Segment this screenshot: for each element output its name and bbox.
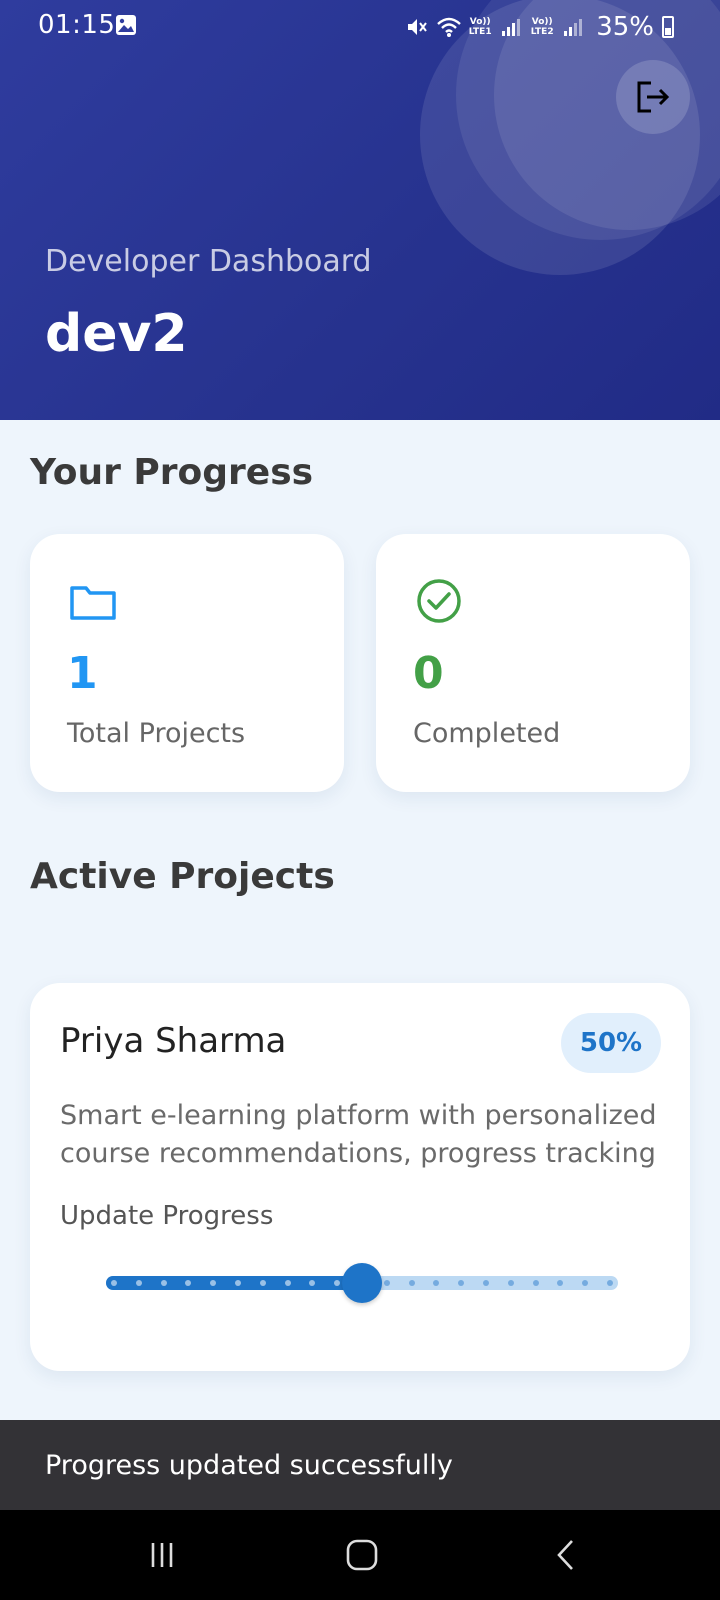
home-button[interactable] <box>342 1535 382 1575</box>
mute-icon <box>408 19 428 35</box>
slider-thumb[interactable] <box>342 1263 382 1303</box>
signal-icon <box>502 19 521 36</box>
completed-label: Completed <box>413 718 561 749</box>
slider-tick <box>607 1280 613 1286</box>
signal-icon <box>564 19 583 36</box>
progress-percent-badge: 50% <box>561 1013 661 1073</box>
dashboard-subtitle: Developer Dashboard <box>45 244 372 279</box>
logout-icon <box>637 81 670 113</box>
slider-tick <box>507 1280 514 1286</box>
slider-tick <box>483 1280 489 1286</box>
slider-tick <box>111 1280 117 1286</box>
project-owner-name: Priya Sharma <box>60 1021 287 1061</box>
username-title: dev2 <box>45 304 188 364</box>
recent-apps-button[interactable] <box>142 1535 182 1575</box>
lte2-indicator: Vo)) LTE2 <box>530 17 554 37</box>
progress-section-title: Your Progress <box>30 452 314 493</box>
snackbar: Progress updated successfully <box>0 1420 720 1510</box>
progress-slider[interactable] <box>106 1263 618 1303</box>
total-projects-value: 1 <box>67 648 98 699</box>
status-bar: 01:15 Vo)) LTE1 Vo)) LTE2 35% <box>0 0 720 52</box>
slider-tick <box>235 1280 241 1286</box>
folder-icon <box>70 586 116 620</box>
system-nav-bar <box>0 1510 720 1600</box>
wifi-icon <box>437 17 462 37</box>
battery-percent: 35% <box>596 12 654 42</box>
status-time: 01:15 <box>38 10 116 40</box>
dashboard-header: 01:15 Vo)) LTE1 Vo)) LTE2 35% Developer … <box>0 0 720 420</box>
slider-tick <box>135 1280 142 1286</box>
slider-tick <box>532 1280 539 1286</box>
back-icon <box>557 1540 573 1570</box>
slider-tick <box>408 1280 415 1286</box>
logout-button[interactable] <box>616 60 690 134</box>
back-button[interactable] <box>546 1535 586 1575</box>
check-circle-icon <box>417 579 461 623</box>
recent-apps-icon <box>151 1543 173 1567</box>
slider-tick <box>383 1280 390 1286</box>
slider-tick <box>160 1280 167 1286</box>
slider-tick <box>259 1280 266 1286</box>
completed-value: 0 <box>413 648 444 699</box>
total-projects-label: Total Projects <box>67 718 246 749</box>
slider-tick <box>284 1280 291 1286</box>
home-icon <box>346 1539 378 1571</box>
active-projects-title: Active Projects <box>30 856 335 897</box>
battery-icon <box>662 16 674 38</box>
project-description: Smart e-learning platform with personali… <box>60 1100 657 1169</box>
snackbar-message: Progress updated successfully <box>45 1449 453 1481</box>
update-progress-label: Update Progress <box>60 1201 274 1231</box>
gallery-notification-icon <box>116 15 136 35</box>
project-card[interactable]: Priya Sharma 50% Smart e-learning platfo… <box>30 983 690 1371</box>
lte1-indicator: Vo)) LTE1 <box>468 17 492 37</box>
